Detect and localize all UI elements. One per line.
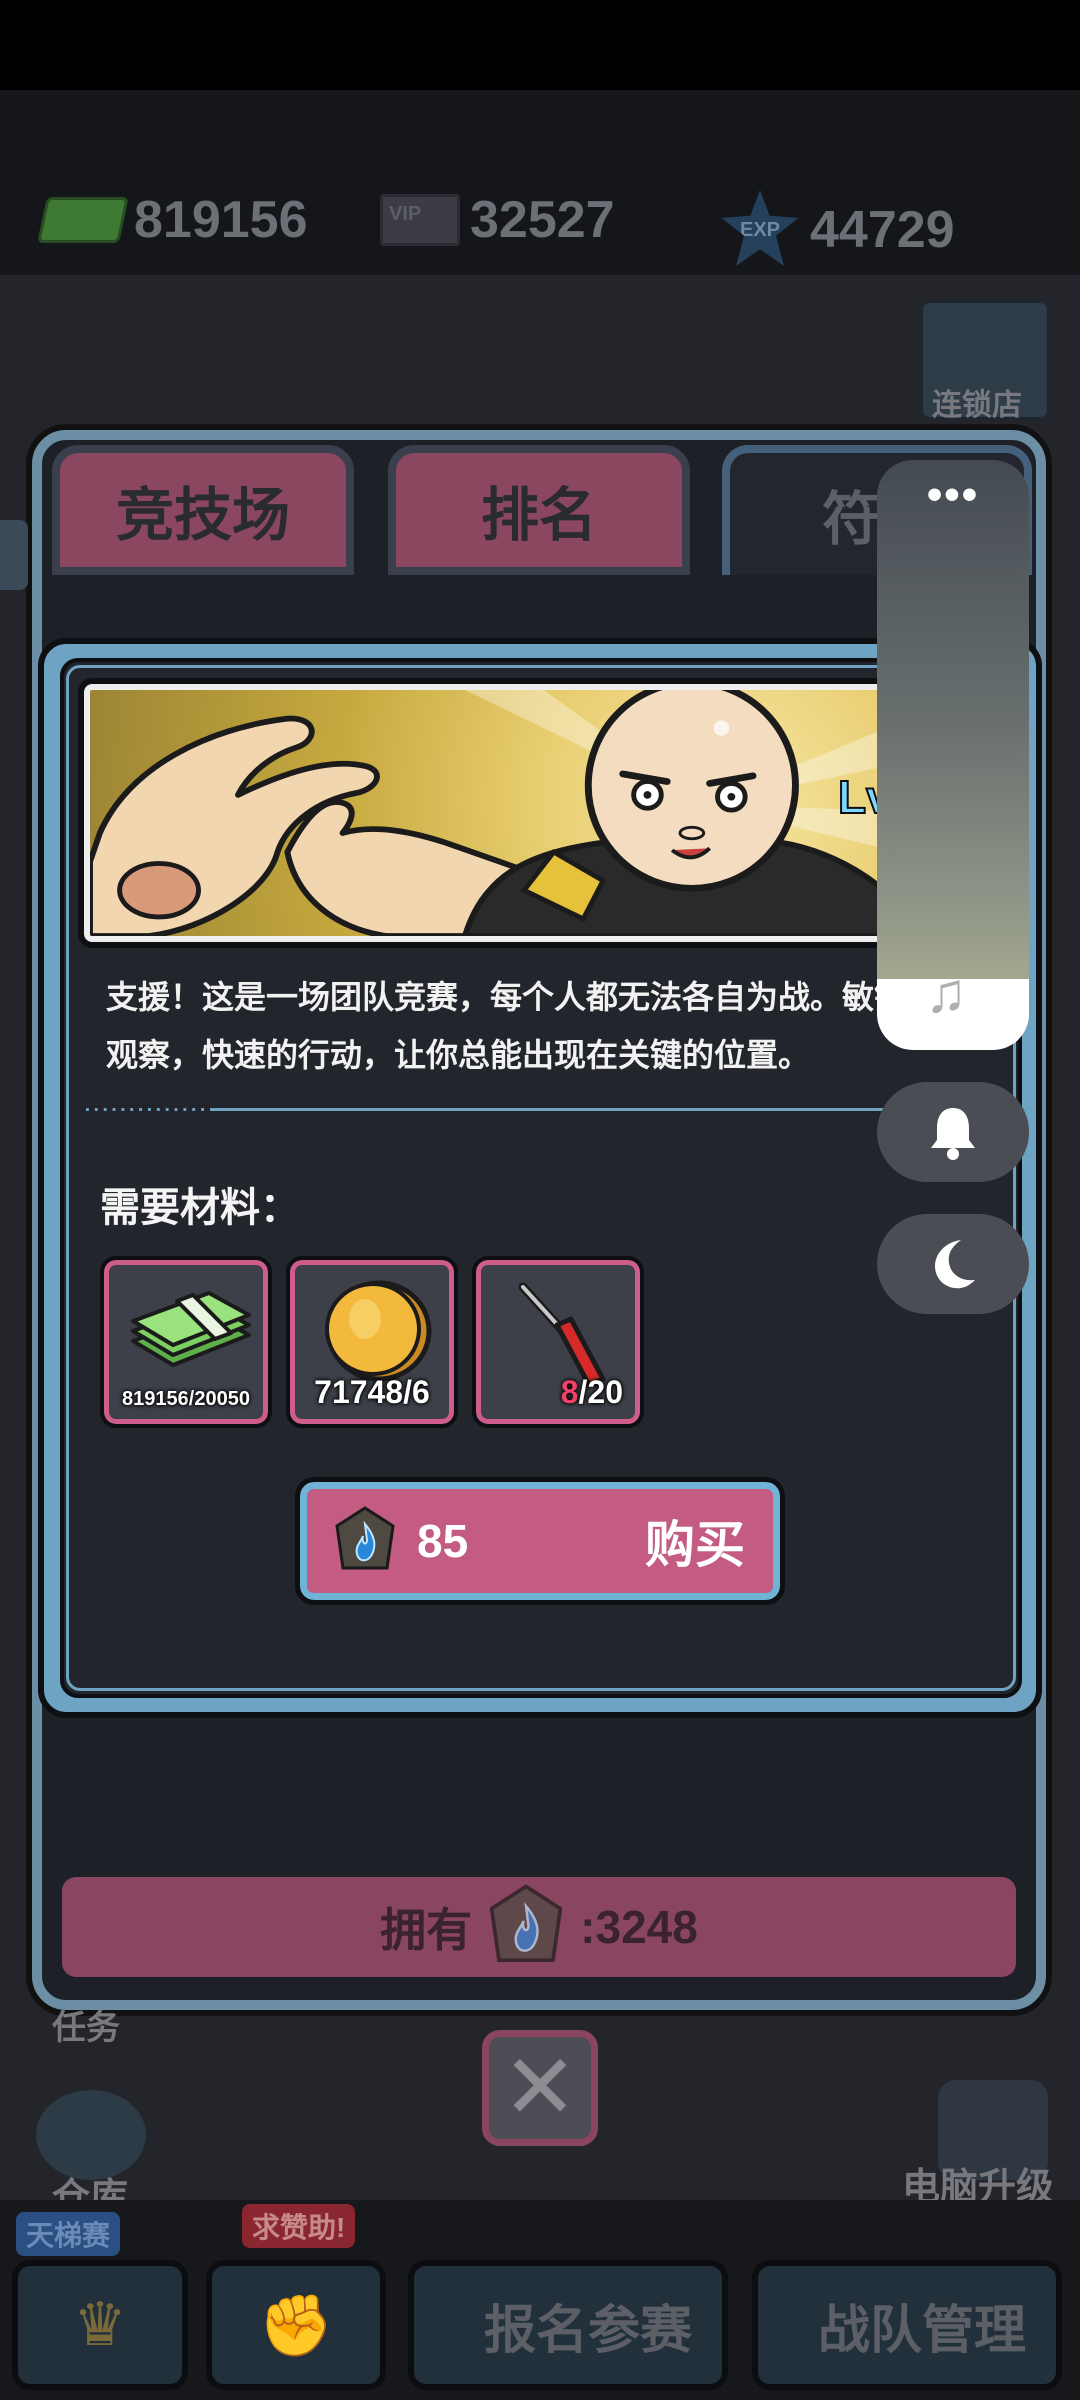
material-count: 71748/6 xyxy=(314,1374,430,1410)
item-description: 支援！这是一场团队竞赛，每个人都无法各自为战。敏锐的观察，快速的行动，让你总能出… xyxy=(106,979,939,1073)
team-management-button[interactable]: 战队管理 xyxy=(752,2260,1062,2390)
side-menu-handle[interactable] xyxy=(0,520,28,590)
vip-value: 32527 xyxy=(470,191,615,249)
buy-label: 购买 xyxy=(645,1517,745,1573)
owned-value: :3248 xyxy=(580,1901,698,1953)
tab-arena[interactable]: 竞技场 xyxy=(52,445,354,575)
cash-resource: 819156 xyxy=(37,190,308,250)
material-count: 8/20 xyxy=(560,1374,623,1410)
helmet-icon: ♛ xyxy=(73,2291,127,2358)
more-options-icon[interactable]: ••• xyxy=(877,470,1029,520)
screwdriver-icon xyxy=(518,1282,606,1388)
exp-value: 44729 xyxy=(810,201,955,259)
exp-resource: EXP 44729 xyxy=(720,190,955,270)
divider-dash xyxy=(80,1108,210,1111)
handshake-icon: ✊ xyxy=(258,2291,334,2359)
close-icon: ✕ xyxy=(502,2038,578,2138)
system-status-bar xyxy=(0,0,1080,90)
cash-icon xyxy=(37,197,129,243)
close-button[interactable]: ✕ xyxy=(482,2030,598,2146)
sponsor-badge: 求赞助! xyxy=(242,2204,356,2248)
moon-icon xyxy=(935,1240,975,1289)
ladder-badge: 天梯赛 xyxy=(16,2212,121,2256)
material-slot-cash[interactable]: 819156/20050 xyxy=(100,1256,272,1428)
notification-toggle[interactable] xyxy=(877,1082,1029,1182)
owned-label: 拥有 xyxy=(380,1904,473,1956)
divider xyxy=(80,1108,975,1111)
tab-ranking[interactable]: 排名 xyxy=(388,445,690,575)
night-mode-toggle[interactable] xyxy=(877,1214,1029,1314)
buy-button[interactable]: 85 购买 xyxy=(295,1477,785,1605)
music-note-icon[interactable]: ♫ xyxy=(925,960,967,1025)
cash-value: 819156 xyxy=(134,191,308,249)
blue-flame-gem-icon xyxy=(489,1884,563,1963)
material-slot-gold-coin[interactable]: 71748/6 xyxy=(286,1256,458,1428)
register-match-button[interactable]: 报名参赛 xyxy=(408,2260,728,2390)
exp-star-icon: EXP xyxy=(721,190,799,266)
gold-coin-icon xyxy=(325,1280,432,1382)
material-count: 819156/20050 xyxy=(122,1388,250,1410)
vip-ticket-icon: VIP xyxy=(380,194,460,246)
task-label: 任务 xyxy=(52,2009,120,2047)
sponsor-button[interactable]: ✊ xyxy=(206,2260,386,2390)
ladder-match-button[interactable]: ♛ xyxy=(12,2260,188,2390)
vip-resource: VIP 32527 xyxy=(380,190,615,250)
material-slot-screwdriver[interactable]: 8/20 xyxy=(472,1256,644,1428)
buy-price: 85 xyxy=(417,1515,469,1567)
bell-icon xyxy=(931,1108,975,1160)
owned-currency-bar: 拥有 :3248 xyxy=(62,1877,1016,1977)
cash-icon xyxy=(131,1291,251,1367)
materials-title: 需要材料： xyxy=(100,1186,300,1230)
blue-flame-gem-icon xyxy=(335,1506,395,1570)
chain-store-label: 连锁店 xyxy=(932,389,1022,422)
